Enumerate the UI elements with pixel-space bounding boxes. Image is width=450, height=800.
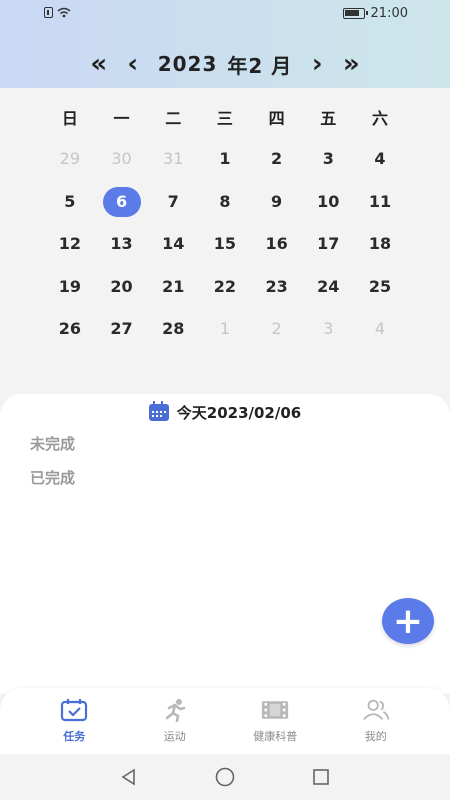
calendar-day[interactable]: 2 xyxy=(258,144,296,174)
weekday-label: 日 xyxy=(61,109,78,128)
calendar-day[interactable]: 11 xyxy=(361,187,399,217)
tab-label: 任务 xyxy=(63,730,86,743)
calendar-grid: 日 一 二 三 四 五 六 29 30 31 1 2 3 4 5 6 7 8 9 10 11 12 13 14 1… xyxy=(44,96,406,351)
calendar-day[interactable]: 12 xyxy=(51,229,89,259)
weekday-label: 二 xyxy=(165,109,182,128)
calendar-day[interactable]: 8 xyxy=(206,187,244,217)
tab-exercise[interactable]: 运动 xyxy=(135,698,215,754)
task-panel: 今天2023/02/06 未完成 已完成 xyxy=(0,394,450,694)
calendar-day[interactable]: 1 xyxy=(206,314,244,344)
calendar-day[interactable]: 28 xyxy=(154,314,192,344)
today-header: 今天2023/02/06 xyxy=(0,401,450,423)
calendar-day[interactable]: 14 xyxy=(154,229,192,259)
weekday-label: 五 xyxy=(320,109,337,128)
calendar-day[interactable]: 3 xyxy=(309,144,347,174)
calendar-day[interactable]: 27 xyxy=(103,314,141,344)
users-icon xyxy=(362,698,390,722)
calendar-day[interactable]: 29 xyxy=(51,144,89,174)
calendar-day[interactable]: 20 xyxy=(103,272,141,302)
calendar-day[interactable]: 7 xyxy=(154,187,192,217)
month-title: 2023 年2 月 xyxy=(150,50,301,79)
calendar-day[interactable]: 30 xyxy=(103,144,141,174)
home-icon[interactable] xyxy=(207,759,243,795)
calendar-day-selected[interactable]: 6 xyxy=(102,186,141,217)
today-date-label: 今天2023/02/06 xyxy=(176,404,302,422)
status-right: 21:00 xyxy=(342,6,408,21)
weekday-label: 三 xyxy=(216,109,233,128)
day-rows: 29 30 31 1 2 3 4 5 6 7 8 9 10 11 12 13 14 15 16 17 18 19 20 21 2… xyxy=(44,138,406,351)
weekday-label: 四 xyxy=(268,109,285,128)
recents-icon[interactable] xyxy=(303,759,339,795)
tab-label: 健康科普 xyxy=(253,730,298,743)
calendar-day[interactable]: 4 xyxy=(361,144,399,174)
status-bar: 21:00 xyxy=(0,0,450,28)
calendar-day[interactable]: 16 xyxy=(258,229,296,259)
system-nav-bar xyxy=(0,754,450,800)
completed-section-label[interactable]: 已完成 xyxy=(30,467,75,488)
calendar-day[interactable]: 21 xyxy=(154,272,192,302)
year-label: 2023 xyxy=(157,52,218,76)
calendar-day[interactable]: 25 xyxy=(361,272,399,302)
calendar-day[interactable]: 23 xyxy=(258,272,296,302)
tab-health-science[interactable]: 健康科普 xyxy=(235,698,315,754)
battery-icon xyxy=(342,8,368,19)
calendar-week-row: 5 6 7 8 9 10 11 xyxy=(44,181,406,224)
calendar-icon xyxy=(148,401,169,421)
calendar-day[interactable]: 31 xyxy=(154,144,192,174)
calendar-day[interactable]: 4 xyxy=(361,314,399,344)
status-left xyxy=(44,7,71,18)
prev-year-button[interactable]: « xyxy=(82,44,116,84)
next-year-button[interactable]: » xyxy=(334,44,368,84)
plus-icon: + xyxy=(392,600,424,642)
tab-label: 我的 xyxy=(364,730,387,743)
tab-tasks[interactable]: 任务 xyxy=(34,698,114,754)
weekday-label: 一 xyxy=(113,109,130,128)
bottom-tab-bar: 任务 运动 健康科普 我的 xyxy=(0,688,450,754)
tab-mine[interactable]: 我的 xyxy=(336,698,416,754)
calendar-week-row: 12 13 14 15 16 17 18 xyxy=(44,223,406,266)
weekday-header: 日 一 二 三 四 五 六 xyxy=(44,96,406,138)
tab-label: 运动 xyxy=(163,730,186,743)
calendar-day[interactable]: 13 xyxy=(103,229,141,259)
calendar-day[interactable]: 2 xyxy=(258,314,296,344)
calendar-day[interactable]: 24 xyxy=(309,272,347,302)
wifi-icon xyxy=(57,7,71,18)
calendar-day[interactable]: 17 xyxy=(309,229,347,259)
weekday-label: 六 xyxy=(371,109,388,128)
calendar-day[interactable]: 19 xyxy=(51,272,89,302)
incomplete-section-label[interactable]: 未完成 xyxy=(30,433,75,454)
status-time: 21:00 xyxy=(370,6,408,21)
calendar-day[interactable]: 1 xyxy=(206,144,244,174)
calendar-day[interactable]: 5 xyxy=(51,187,89,217)
month-navigator: « ‹ 2023 年2 月 › » xyxy=(0,44,450,84)
task-calendar-icon xyxy=(60,698,88,722)
calendar-day[interactable]: 9 xyxy=(258,187,296,217)
calendar-day[interactable]: 3 xyxy=(309,314,347,344)
calendar-day[interactable]: 10 xyxy=(309,187,347,217)
month-label: 年2 月 xyxy=(227,53,293,78)
calendar-week-row: 26 27 28 1 2 3 4 xyxy=(44,308,406,351)
calendar-day[interactable]: 18 xyxy=(361,229,399,259)
sim-card-icon xyxy=(44,7,53,18)
calendar-day[interactable]: 15 xyxy=(206,229,244,259)
calendar-day[interactable]: 22 xyxy=(206,272,244,302)
film-icon xyxy=(261,698,289,722)
calendar-week-row: 19 20 21 22 23 24 25 xyxy=(44,266,406,309)
calendar-week-row: 29 30 31 1 2 3 4 xyxy=(44,138,406,181)
calendar-day[interactable]: 26 xyxy=(51,314,89,344)
prev-month-button[interactable]: ‹ xyxy=(116,44,150,84)
running-icon xyxy=(161,698,189,722)
back-icon[interactable] xyxy=(111,759,147,795)
next-month-button[interactable]: › xyxy=(300,44,334,84)
add-task-button[interactable]: + xyxy=(382,598,434,644)
